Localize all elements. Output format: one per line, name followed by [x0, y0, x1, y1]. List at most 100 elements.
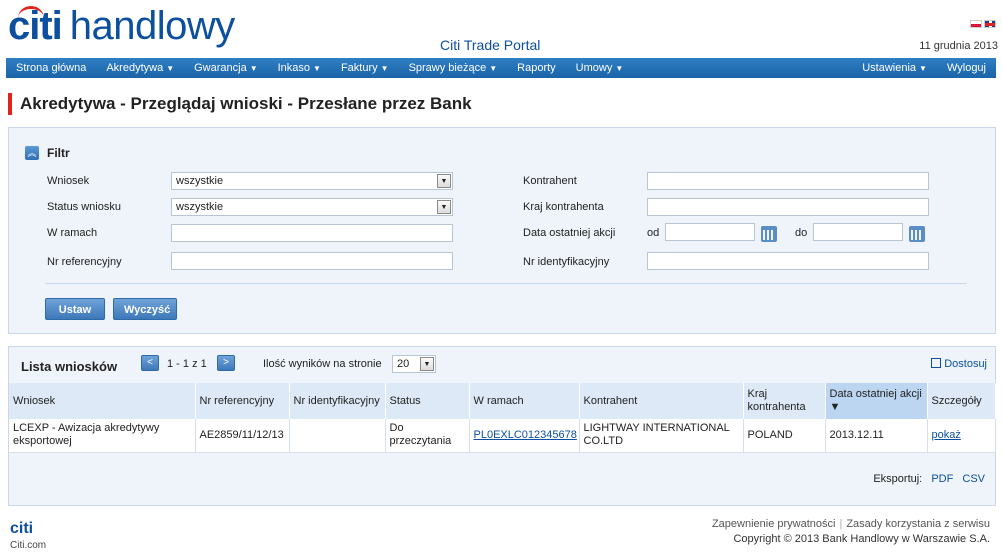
nav-item-ustawienia[interactable]: Ustawienia ▼	[852, 58, 937, 78]
ustaw-button[interactable]: Ustaw	[45, 298, 105, 320]
nav-label: Akredytywa	[106, 62, 164, 74]
nav-item-umowy[interactable]: Umowy ▼	[566, 58, 634, 78]
language-switcher	[970, 20, 996, 28]
customize-label: Dostosuj	[944, 358, 987, 370]
calendar-icon[interactable]	[761, 226, 777, 242]
date-from-input[interactable]	[665, 223, 755, 241]
details-link[interactable]: pokaż	[932, 429, 961, 441]
per-page-label: Ilość wyników na stronie	[263, 358, 382, 370]
col-header-nr-ref[interactable]: Nr referencyjny	[195, 383, 290, 419]
kraj-input[interactable]	[647, 198, 929, 216]
col-header-szczegoly[interactable]: Szczegóły	[927, 383, 996, 419]
nav-label: Raporty	[517, 62, 556, 74]
cell-wniosek: LCEXP - Awizacja akredytywy eksportowej	[9, 419, 196, 453]
col-header-w-ramach[interactable]: W ramach	[469, 383, 580, 419]
polish-flag-icon[interactable]	[970, 20, 982, 28]
prev-page-button[interactable]: <	[141, 355, 159, 371]
col-header-kontrahent[interactable]: Kontrahent	[579, 383, 744, 419]
dropdown-arrow-icon: ▼	[437, 200, 451, 214]
customize-link[interactable]: Dostosuj	[931, 358, 987, 370]
export-label: Eksportuj:	[873, 473, 923, 485]
export-bar: Eksportuj: PDF CSV	[9, 453, 995, 505]
copyright: Copyright © 2013 Bank Handlowy w Warszaw…	[733, 533, 990, 545]
caret-down-icon: ▼	[249, 64, 258, 73]
english-flag-icon[interactable]	[984, 20, 996, 28]
collapse-filter-icon[interactable]: ︽	[25, 146, 39, 160]
list-panel: Lista wniosków < 1 - 1 z 1 > Ilość wynik…	[8, 346, 996, 506]
main-nav: Strona główna Akredytywa ▼ Gwarancja ▼ Ink…	[6, 58, 996, 78]
nrid-input[interactable]	[647, 252, 929, 270]
wyczysc-button[interactable]: Wyczyść	[113, 298, 177, 320]
caret-down-icon: ▼	[615, 64, 624, 73]
table-row: LCEXP - Awizacja akredytywy eksportowej …	[9, 419, 996, 453]
nav-label: Inkaso	[277, 62, 311, 74]
nav-item-inkaso[interactable]: Inkaso ▼	[268, 58, 331, 78]
nav-label: Gwarancja	[194, 62, 247, 74]
footer-citi-logo[interactable]: citi	[10, 520, 33, 538]
kraj-label: Kraj kontrahenta	[523, 201, 604, 213]
status-label: Status wniosku	[47, 201, 121, 213]
col-header-status[interactable]: Status	[385, 383, 470, 419]
nav-label: Wyloguj	[946, 62, 986, 74]
wramach-input[interactable]	[171, 224, 453, 242]
footer-separator: |	[839, 518, 843, 530]
export-pdf-link[interactable]: PDF	[931, 473, 953, 485]
per-page-value: 20	[397, 358, 410, 370]
caret-down-icon: ▼	[919, 64, 927, 73]
requests-table: Wniosek Nr referencyjny Nr identyfikacyj…	[9, 383, 996, 453]
cell-szczegoly: pokaż	[927, 419, 996, 453]
nrid-label: Nr identyfikacyjny	[523, 256, 610, 268]
col-header-kraj[interactable]: Kraj kontrahenta	[743, 383, 826, 419]
nrref-label: Nr referencyjny	[47, 256, 122, 268]
nav-item-faktury[interactable]: Faktury ▼	[331, 58, 399, 78]
per-page-select[interactable]: 20 ▼	[392, 355, 436, 373]
page-info: 1 - 1 z 1	[167, 358, 207, 370]
cell-kraj: POLAND	[743, 419, 826, 453]
wniosek-select-value: wszystkie	[176, 175, 224, 187]
nav-item-strona-glowna[interactable]: Strona główna	[6, 58, 96, 78]
nav-item-sprawy-biezace[interactable]: Sprawy bieżące ▼	[399, 58, 508, 78]
dropdown-arrow-icon: ▼	[437, 174, 451, 188]
next-page-button[interactable]: >	[217, 355, 235, 371]
current-date: 11 grudnia 2013	[919, 40, 998, 52]
footer-site-link[interactable]: Citi.com	[10, 540, 46, 551]
cell-w-ramach: PL0EXLC012345678	[469, 419, 580, 453]
export-links: Eksportuj: PDF CSV	[873, 473, 985, 485]
cell-nr-id	[289, 419, 386, 453]
cell-status: Do przeczytania	[385, 419, 470, 453]
nav-label: Ustawienia	[862, 62, 917, 74]
list-title: Lista wniosków	[21, 359, 118, 374]
nav-item-akredytywa[interactable]: Akredytywa ▼	[96, 58, 184, 78]
status-select[interactable]: wszystkie ▼	[171, 198, 453, 216]
col-header-nr-id[interactable]: Nr identyfikacyjny	[289, 383, 386, 419]
wniosek-label: Wniosek	[47, 175, 90, 187]
filter-divider	[45, 283, 967, 284]
col-header-wniosek[interactable]: Wniosek	[9, 383, 196, 419]
cell-nr-ref: AE2859/11/12/13	[195, 419, 290, 453]
nrref-input[interactable]	[171, 252, 453, 270]
citi-handlowy-logo[interactable]: citi handlowy	[8, 4, 235, 54]
table-header-row: Wniosek Nr referencyjny Nr identyfikacyj…	[9, 383, 996, 419]
page-title: Akredytywa - Przeglądaj wnioski - Przesł…	[8, 93, 472, 115]
nav-label: Sprawy bieżące	[408, 62, 487, 74]
terms-link[interactable]: Zasady korzystania z serwisu	[846, 518, 990, 530]
caret-down-icon: ▼	[489, 64, 498, 73]
wniosek-select[interactable]: wszystkie ▼	[171, 172, 453, 190]
status-select-value: wszystkie	[176, 201, 224, 213]
cell-data: 2013.12.11	[825, 419, 928, 453]
nav-item-gwarancja[interactable]: Gwarancja ▼	[184, 58, 268, 78]
list-header: Lista wniosków < 1 - 1 z 1 > Ilość wynik…	[9, 347, 995, 383]
col-header-data[interactable]: Data ostatniej akcji ▼	[825, 383, 928, 419]
nav-item-wyloguj[interactable]: Wyloguj	[937, 58, 996, 78]
date-to-input[interactable]	[813, 223, 903, 241]
cell-kontrahent: LIGHTWAY INTERNATIONAL CO.LTD	[579, 419, 744, 453]
w-ramach-link[interactable]: PL0EXLC012345678	[474, 429, 577, 441]
caret-down-icon: ▼	[313, 64, 321, 73]
calendar-icon[interactable]	[909, 226, 925, 242]
kontrahent-input[interactable]	[647, 172, 929, 190]
export-csv-link[interactable]: CSV	[962, 473, 985, 485]
footer-links: Zapewnienie prywatności | Zasady korzystan…	[712, 518, 990, 530]
nav-item-raporty[interactable]: Raporty	[507, 58, 566, 78]
nav-label: Umowy	[575, 62, 613, 74]
privacy-link[interactable]: Zapewnienie prywatności	[712, 518, 836, 530]
